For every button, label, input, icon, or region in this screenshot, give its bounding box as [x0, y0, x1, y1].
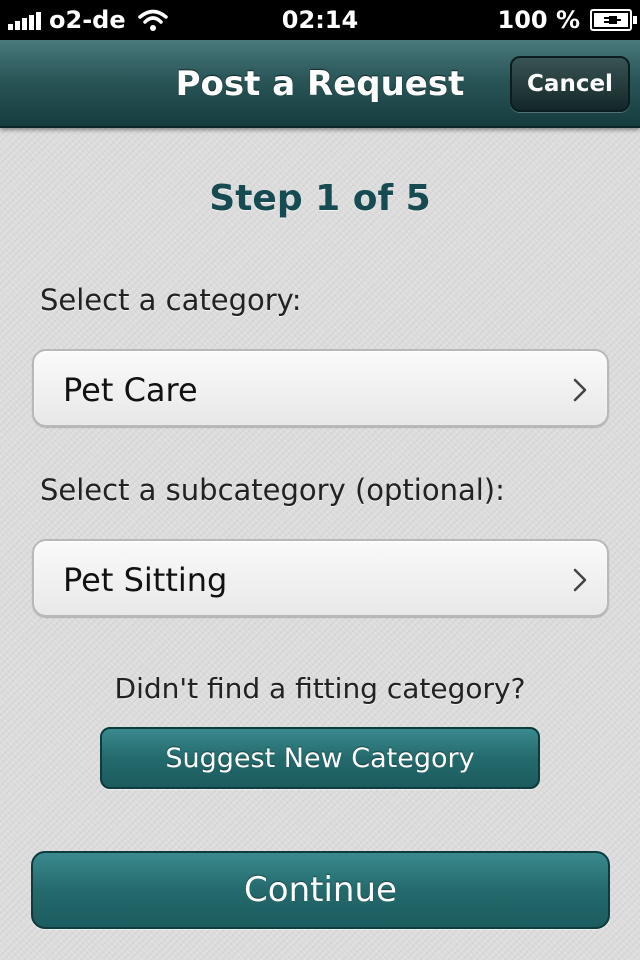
- charging-plug-icon: [604, 16, 621, 24]
- battery-percent: 100 %: [497, 6, 581, 34]
- category-label: Select a category:: [40, 283, 302, 317]
- chevron-right-icon: [573, 568, 587, 592]
- chevron-right-icon: [573, 378, 587, 402]
- category-value: Pet Care: [63, 371, 198, 409]
- suggest-new-category-button[interactable]: Suggest New Category: [100, 727, 540, 789]
- suggest-prompt: Didn't find a fitting category?: [114, 672, 526, 705]
- status-bar: o2-de 02:14 100 %: [0, 0, 640, 40]
- subcategory-value: Pet Sitting: [63, 561, 228, 599]
- battery-icon: [590, 9, 637, 31]
- continue-button[interactable]: Continue: [31, 851, 610, 929]
- category-picker[interactable]: Pet Care: [32, 349, 609, 427]
- subcategory-label: Select a subcategory (optional):: [40, 473, 505, 507]
- navigation-bar: Post a Request Cancel: [0, 40, 640, 128]
- subcategory-picker[interactable]: Pet Sitting: [32, 539, 609, 617]
- step-indicator: Step 1 of 5: [209, 178, 431, 219]
- cancel-button[interactable]: Cancel: [510, 56, 630, 112]
- status-right: 100 %: [497, 6, 637, 34]
